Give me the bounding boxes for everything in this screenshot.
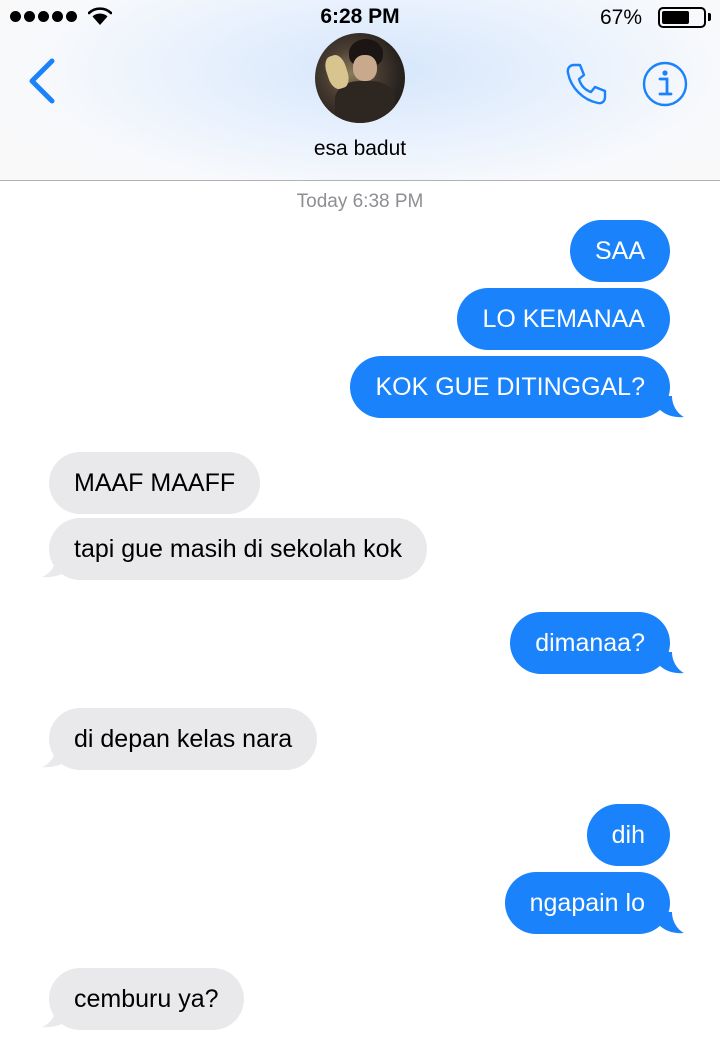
battery-percentage: 67% <box>600 6 643 29</box>
battery-nub <box>708 13 711 21</box>
info-button[interactable] <box>641 60 689 108</box>
status-bar: 6:28 PM 67% <box>0 0 720 36</box>
received-bubble-tail <box>42 746 68 768</box>
received-message-bubble[interactable]: MAAF MAAFF <box>49 452 261 514</box>
sent-bubble-tail <box>660 912 684 934</box>
info-icon <box>642 61 688 107</box>
sent-message-bubble[interactable]: dimanaa? <box>510 612 670 674</box>
phone-icon <box>566 63 607 105</box>
received-bubble-tail <box>42 556 68 578</box>
sent-message-bubble[interactable]: dih <box>586 804 670 866</box>
received-message-bubble[interactable]: di depan kelas nara <box>49 708 318 770</box>
sent-message-bubble[interactable]: SAA <box>569 220 670 282</box>
back-button[interactable] <box>20 55 64 107</box>
received-message-bubble[interactable]: cemburu ya? <box>49 968 244 1030</box>
message-timestamp: Today 6:38 PM <box>296 191 424 212</box>
sent-message-bubble[interactable]: ngapain lo <box>504 872 670 934</box>
battery-icon <box>658 7 706 28</box>
sent-message-bubble[interactable]: LO KEMANAA <box>457 288 670 350</box>
received-bubble-tail <box>42 1006 68 1028</box>
call-button[interactable] <box>562 60 610 108</box>
sent-message-bubble[interactable]: KOK GUE DITINGGAL? <box>350 356 670 418</box>
battery-level-fill <box>662 11 689 24</box>
contact-avatar[interactable] <box>315 33 405 123</box>
sent-bubble-tail <box>660 652 684 674</box>
received-message-bubble[interactable]: tapi gue masih di sekolah kok <box>49 518 427 580</box>
contact-name[interactable]: esa badut <box>0 137 720 161</box>
back-chevron-icon <box>29 58 55 104</box>
conversation-header: 6:28 PM 67% esa badut <box>0 0 720 181</box>
sent-bubble-tail <box>660 396 684 418</box>
